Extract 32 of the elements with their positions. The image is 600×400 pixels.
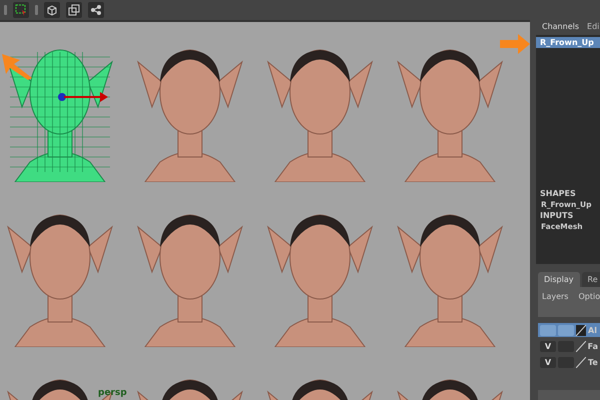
section-heading: INPUTS bbox=[539, 210, 574, 221]
nodes-icon bbox=[90, 4, 102, 16]
layer-name: Te bbox=[588, 358, 598, 366]
squares-icon bbox=[68, 4, 80, 16]
selection-box-icon bbox=[15, 4, 27, 16]
section-heading: SHAPES bbox=[539, 188, 577, 199]
cube-icon bbox=[46, 4, 58, 16]
select-icon-button[interactable] bbox=[13, 2, 29, 18]
layer-row[interactable]: V Te bbox=[538, 355, 600, 369]
cube-button[interactable] bbox=[44, 2, 60, 18]
panel-tab[interactable]: Re bbox=[582, 272, 600, 287]
share-button[interactable] bbox=[88, 2, 104, 18]
visibility-toggle[interactable]: V bbox=[540, 356, 556, 368]
panel-tab[interactable]: Channels bbox=[542, 22, 580, 31]
menu-item[interactable]: Layers bbox=[542, 292, 568, 312]
color-swatch-icon[interactable] bbox=[576, 356, 586, 368]
color-swatch-icon[interactable] bbox=[576, 324, 586, 336]
pointer-arrow-icon bbox=[500, 34, 530, 54]
pointer-arrow-icon bbox=[2, 54, 32, 80]
visibility-toggle[interactable]: V bbox=[540, 340, 556, 352]
object-name[interactable]: R_Frown_Up bbox=[536, 37, 600, 48]
layer-row[interactable]: V Fa bbox=[538, 339, 600, 353]
playback-toggle[interactable] bbox=[558, 324, 574, 336]
duplicate-button[interactable] bbox=[66, 2, 82, 18]
panel-tab[interactable]: Display bbox=[538, 272, 580, 287]
menu-item[interactable]: Optio bbox=[578, 292, 600, 312]
color-swatch-icon[interactable] bbox=[576, 340, 586, 352]
camera-label: persp bbox=[98, 388, 127, 398]
layer-name: Al bbox=[588, 326, 597, 334]
layer-name: Fa bbox=[588, 342, 598, 350]
panel-tab[interactable]: Edi bbox=[587, 22, 600, 31]
visibility-toggle[interactable] bbox=[540, 324, 556, 336]
